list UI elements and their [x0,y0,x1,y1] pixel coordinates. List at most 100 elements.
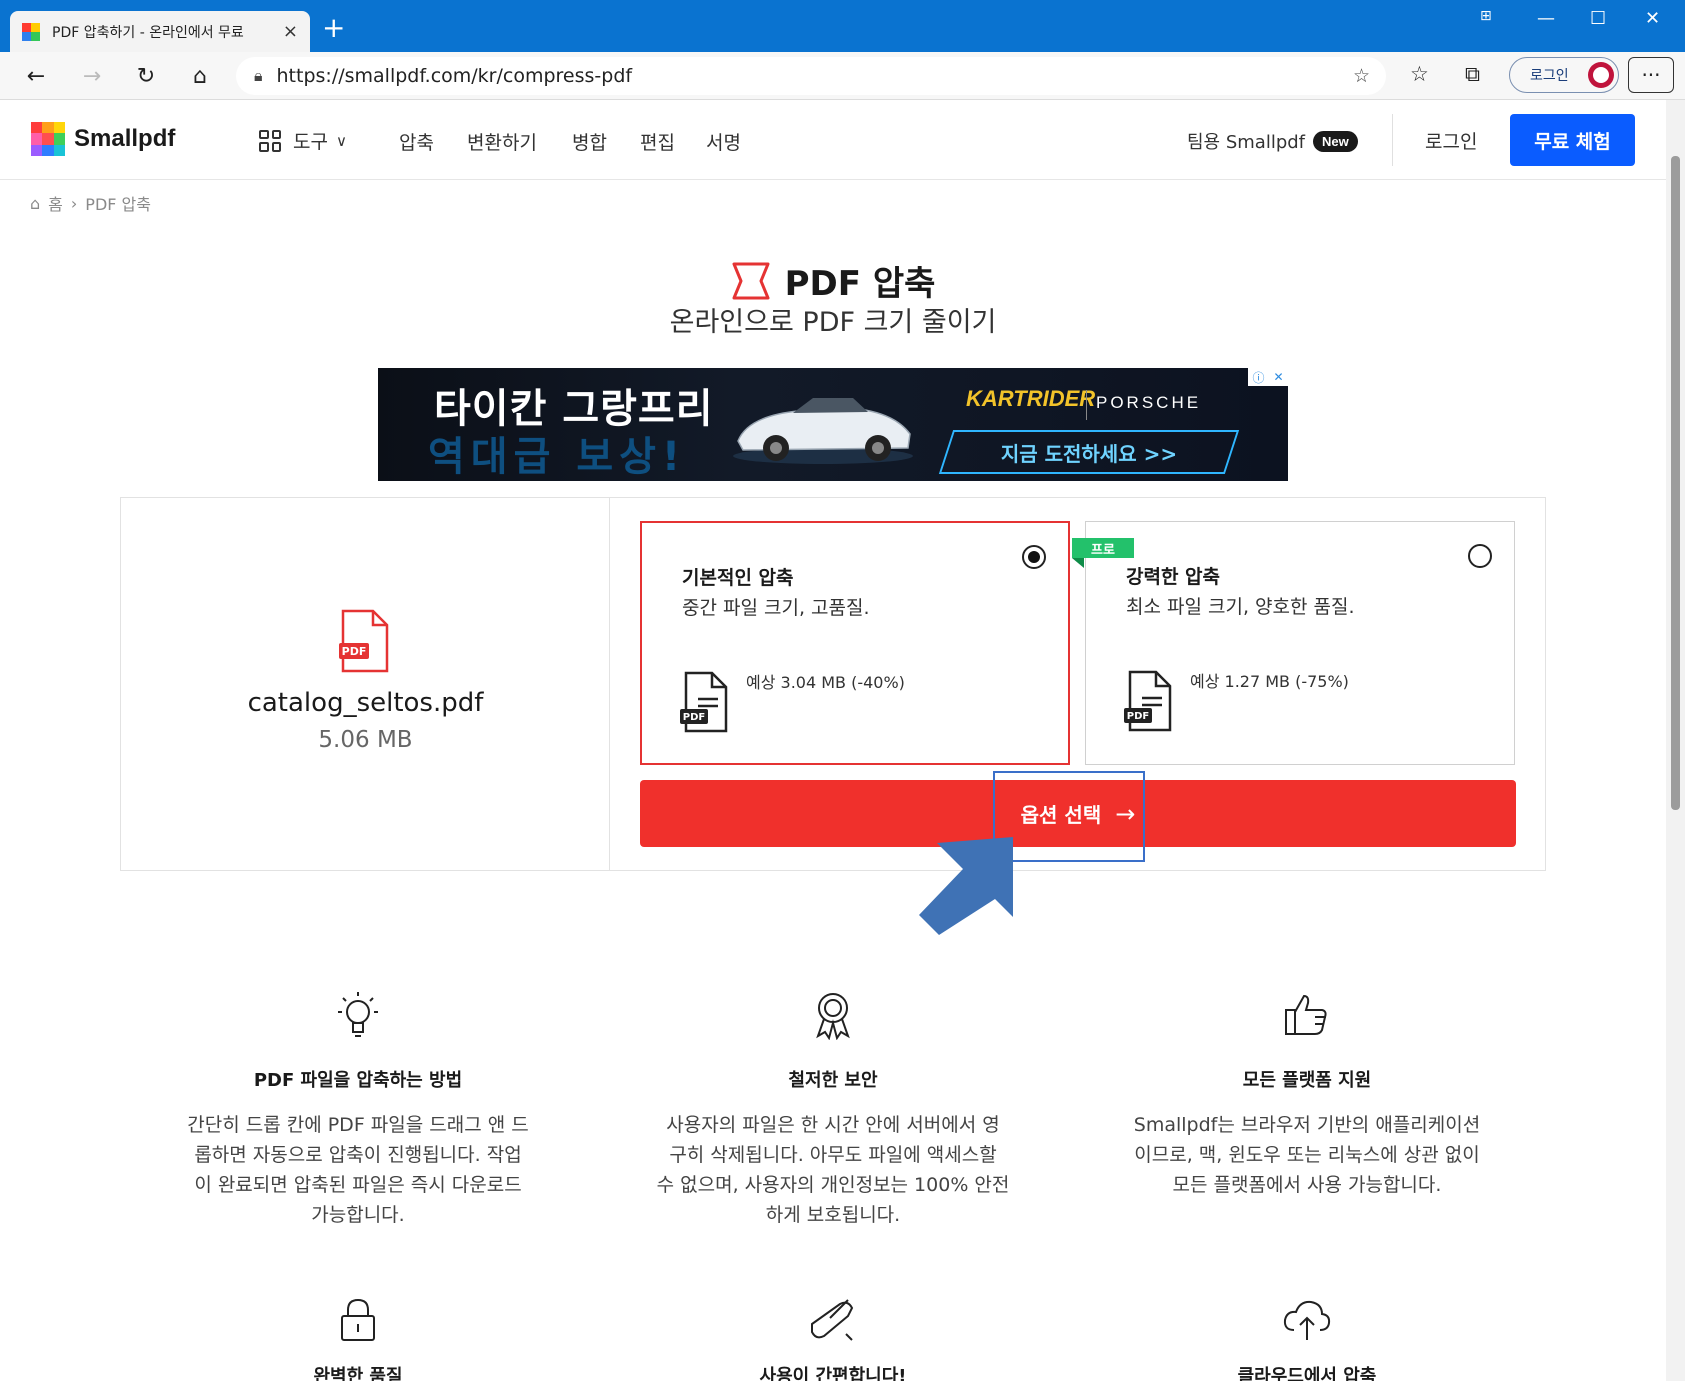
profile-button[interactable]: 로그인 [1509,57,1619,93]
site-header: Smallpdf 도구 ∨ 압축 변환하기 병합 편집 서명 팀용 Smallp… [0,100,1666,180]
favorites-icon[interactable]: ☆ [1410,62,1429,86]
tools-menu[interactable]: 도구 ∨ [259,127,347,154]
breadcrumb-separator: › [70,193,78,213]
feature-title: 클라우드에서 압축 [1237,1366,1377,1381]
feature-platforms: 모든 플랫폼 지원 Smallpdf는 브라우저 기반의 애플리케이션 이므로,… [1117,990,1497,1200]
profile-label: 로그인 [1530,68,1569,84]
file-preview: PDF catalog_seltos.pdf 5.06 MB [121,498,610,870]
page-title-text: PDF 압축 [784,264,936,304]
login-link[interactable]: 로그인 [1425,127,1477,154]
nav-convert[interactable]: 변환하기 [467,128,537,155]
scrollbar-thumb[interactable] [1671,156,1680,810]
feature-security: 철저한 보안 사용자의 파일은 한 시간 안에 서버에서 영 구히 삭제됩니다.… [643,990,1023,1230]
refresh-icon[interactable]: ↻ [130,60,162,92]
tab-actions-icon[interactable]: ⊞ [1480,8,1492,24]
ad-banner[interactable]: 타이칸 그랑프리 역대급 보상! KARTRIDER PORSCHE 지금 도전… [378,368,1288,481]
radio-basic-selected[interactable] [1022,545,1046,569]
feature-line: 이므로, 맥, 윈도우 또는 리눅스에 상관 없이 [1134,1144,1480,1166]
tools-label: 도구 [293,131,328,153]
option-strong-compression[interactable]: 프로 강력한 압축 최소 파일 크기, 양호한 품질. PDF 예상 1.27 … [1072,521,1515,765]
feature-how-to: PDF 파일을 압축하는 방법 간단히 드롭 칸에 PDF 파일을 드래그 앤 … [168,990,548,1230]
ad-cta-button[interactable]: 지금 도전하세요 >> [938,430,1240,474]
nav-sign[interactable]: 서명 [706,128,741,155]
header-divider [1392,114,1393,166]
pdf-file-icon: PDF [339,609,389,673]
doc-badge: PDF [1127,711,1149,722]
ad-brand-porsche: PORSCHE [1096,393,1202,412]
nav-merge[interactable]: 병합 [572,128,607,155]
feature-body: 사용자의 파일은 한 시간 안에 서버에서 영 구히 삭제됩니다. 아무도 파일… [643,1110,1023,1230]
nav-edit[interactable]: 편집 [640,128,675,155]
feature-title: 사용이 간편합니다! [759,1366,907,1381]
feature-line: 사용자의 파일은 한 시간 안에 서버에서 영 [666,1114,1000,1136]
address-bar[interactable]: 🔒︎ https://smallpdf.com/kr/compress-pdf … [236,57,1386,95]
more-menu-icon[interactable]: ··· [1628,57,1674,93]
smallpdf-logo-mark [31,122,65,156]
radio-strong[interactable] [1468,544,1492,568]
ad-subheadline: 역대급 보상! [428,434,687,480]
option-desc: 중간 파일 크기, 고품질. [682,597,870,619]
nav-compress[interactable]: 압축 [399,128,434,155]
ad-cta-label: 지금 도전하세요 >> [1000,441,1178,466]
minimize-icon[interactable]: — [1537,8,1555,29]
feature-quality: 완벽한 품질 [168,1298,548,1381]
smallpdf-logo[interactable]: Smallpdf [31,122,175,156]
home-icon[interactable]: ⌂ [184,60,216,92]
ad-brand-divider [1086,390,1087,420]
smallpdf-favicon [22,22,40,41]
doc-badge: PDF [683,712,705,723]
option-basic-compression[interactable]: 기본적인 압축 중간 파일 크기, 고품질. PDF 예상 3.04 MB (-… [640,521,1070,765]
file-size: 5.06 MB [318,727,413,753]
add-favorite-icon[interactable]: ☆ [1353,65,1370,87]
feature-title: 완벽한 품질 [313,1366,403,1381]
document-icon: PDF [680,671,728,733]
page-subtitle: 온라인으로 PDF 크기 줄이기 [669,307,997,338]
feature-body: 간단히 드롭 칸에 PDF 파일을 드래그 앤 드 롭하면 자동으로 압축이 진… [168,1110,548,1230]
feature-line: 이 완료되면 압축된 파일은 즉시 다운로드 [194,1174,522,1196]
pdf-badge: PDF [342,645,367,658]
breadcrumb-home[interactable]: 홈 [48,191,63,215]
team-link[interactable]: 팀용 Smallpdf New [1187,128,1358,154]
feature-line: 모든 플랫폼에서 사용 가능합니다. [1172,1174,1442,1196]
page-scrollbar[interactable] [1666,100,1685,1381]
feature-line: 가능합니다. [311,1204,405,1226]
maximize-icon[interactable]: ☐ [1590,8,1606,29]
breadcrumb-current: PDF 압축 [85,195,151,214]
ad-choices-icon[interactable]: ⓘ ✕ [1248,368,1288,386]
window-close-icon[interactable]: ✕ [1645,8,1660,29]
thumbs-up-icon [1117,990,1497,1046]
feature-title: PDF 파일을 압축하는 방법 [253,1070,463,1091]
feature-title: 철저한 보안 [788,1070,878,1091]
cloud-upload-icon [1117,1298,1497,1342]
feature-line: 구히 삭제됩니다. 아무도 파일에 액세스할 [669,1144,997,1166]
feature-line: Smallpdf는 브라우저 기반의 애플리케이션 [1133,1114,1481,1136]
feature-line: 롭하면 자동으로 압축이 진행됩니다. 작업 [194,1144,522,1166]
tab-close-icon[interactable]: × [283,21,298,42]
grid-icon [259,129,281,152]
collections-icon[interactable]: ⧉ [1465,62,1480,87]
browser-toolbar: ← → ↻ ⌂ 🔒︎ https://smallpdf.com/kr/compr… [0,52,1685,100]
ad-brand-kartrider: KARTRIDER [966,386,1096,411]
compress-panel: PDF catalog_seltos.pdf 5.06 MB 기본적인 압축 중… [120,497,1546,871]
profile-avatar-icon [1588,62,1614,88]
feature-line: 수 없으며, 사용자의 개인정보는 100% 안전 [656,1174,1010,1196]
pointer-arrow-icon [919,837,1013,935]
free-trial-button[interactable]: 무료 체험 [1510,114,1635,166]
back-icon[interactable]: ← [20,60,52,92]
chevron-down-icon: ∨ [335,131,347,150]
feature-cloud: 클라우드에서 압축 [1117,1298,1497,1381]
forward-icon[interactable]: → [76,60,108,92]
option-title: 기본적인 압축 [682,567,794,589]
option-title: 강력한 압축 [1126,566,1221,588]
feature-ease: 사용이 간편합니다! [643,1298,1023,1381]
padlock-icon [168,1298,548,1342]
new-tab-icon[interactable]: + [322,14,345,42]
home-breadcrumb-icon[interactable]: ⌂ [30,194,40,213]
breadcrumb: ⌂ 홈 › PDF 압축 [30,191,151,215]
browser-tab[interactable]: PDF 압축하기 - 온라인에서 무료 × [10,11,310,52]
browser-titlebar: PDF 압축하기 - 온라인에서 무료 × + ⊞ — ☐ ✕ [0,0,1685,52]
feature-title: 모든 플랫폼 지원 [1242,1070,1372,1091]
pro-tag: 프로 [1072,538,1134,568]
feature-line: 하게 보호됩니다. [765,1204,901,1226]
tab-title: PDF 압축하기 - 온라인에서 무료 [52,24,244,41]
